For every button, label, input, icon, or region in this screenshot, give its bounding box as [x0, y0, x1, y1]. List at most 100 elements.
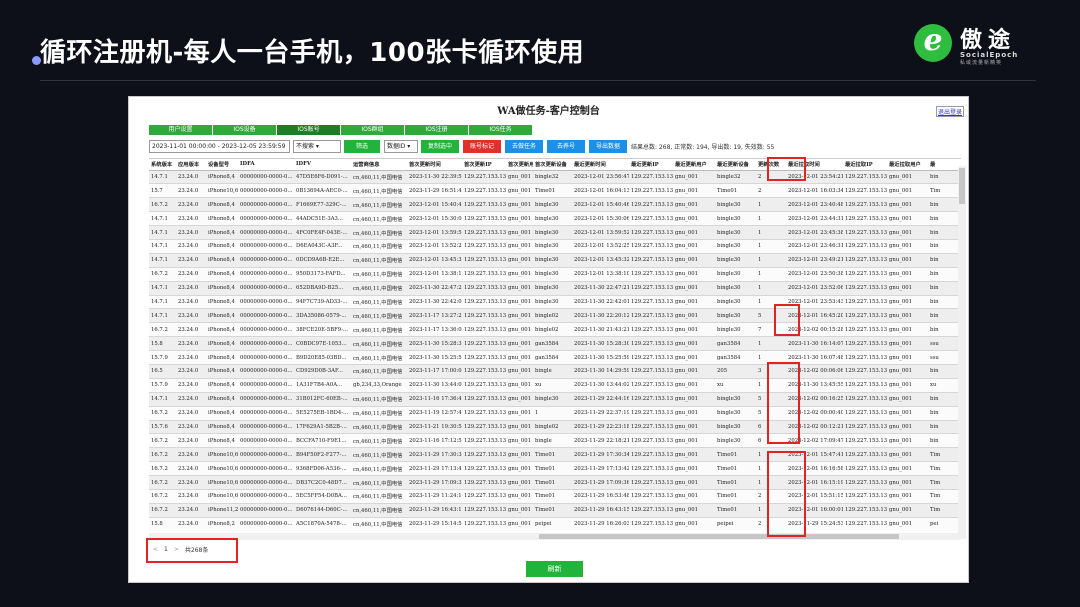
column-header[interactable]: 应用版本: [176, 159, 206, 171]
table-cell: cn,460,11,中国电信: [351, 503, 407, 518]
account-mark-button[interactable]: 账号标记: [463, 140, 501, 153]
tab-ios-accounts[interactable]: IOS账号: [277, 125, 341, 135]
table-cell: pei: [928, 517, 961, 531]
table-cell: 2023-11-29 11:24:10: [407, 489, 462, 504]
table-cell: bin: [928, 225, 961, 240]
table-row[interactable]: 15.8 23.24.0 iPhone8,4 00000000-0000-0... C0…: [149, 336, 961, 352]
table-cell: 00000000-0000-0...: [238, 211, 294, 227]
tab-user-settings[interactable]: 用户设置: [149, 125, 213, 135]
refresh-button[interactable]: 刷新: [526, 561, 583, 577]
table-cell: 129.227.153.139: [462, 308, 506, 324]
table-row[interactable]: 15.7.9 23.24.0 iPhone8,4 00000000-0000-0...…: [149, 378, 961, 393]
table-row[interactable]: 16.7.2 23.24.0 iPhone10,6 00000000-0000-0..…: [149, 475, 961, 490]
table-cell: 23.24.0: [176, 350, 206, 365]
table-cell: 23.24.0: [176, 517, 206, 531]
table-cell: gnu_001: [506, 253, 533, 268]
table-cell: gnu_001: [673, 517, 715, 531]
table-row[interactable]: 15.8 23.24.0 iPhone8,2 00000000-0000-0... A5…: [149, 517, 961, 531]
table-cell: 129.227.153.139: [629, 308, 673, 324]
column-header[interactable]: 最近拉取用户: [887, 159, 928, 171]
tab-ios-register[interactable]: IOS注册: [405, 125, 469, 135]
table-cell: 2023-11-30 13:44:02: [572, 378, 629, 393]
column-header[interactable]: 最近更新用户: [673, 159, 715, 171]
vertical-scrollbar[interactable]: [958, 166, 966, 539]
table-row[interactable]: 14.7.1 23.24.0 iPhone8,4 00000000-0000-0...…: [149, 392, 961, 407]
table-row[interactable]: 14.7.1 23.24.0 iPhone8,4 00000000-0000-0...…: [149, 211, 961, 227]
column-header[interactable]: 首次更新用户: [506, 159, 533, 171]
table-row[interactable]: 15.7 23.24.0 iPhone10,6 00000000-0000-0... 0…: [149, 183, 961, 199]
table-row[interactable]: 16.7.2 23.24.0 iPhone8,4 00000000-0000-0...…: [149, 267, 961, 282]
table-row[interactable]: 16.7.2 23.24.0 iPhone10,6 00000000-0000-0..…: [149, 461, 961, 477]
table-cell: 1: [756, 211, 786, 227]
table-row[interactable]: 16.7.2 23.24.0 iPhone11,2 00000000-0000-0..…: [149, 503, 961, 518]
table-row[interactable]: 14.7.1 23.24.0 iPhone8,4 00000000-0000-0...…: [149, 308, 961, 324]
tab-ios-groups[interactable]: IOS群组: [341, 125, 405, 135]
do-task-button[interactable]: 去做任务: [505, 140, 543, 153]
table-cell: 16.7.2: [149, 447, 176, 463]
column-header[interactable]: 设备型号: [206, 159, 238, 171]
table-cell: gnu_001: [506, 433, 533, 449]
table-row[interactable]: 16.7.2 23.24.0 iPhone8,4 00000000-0000-0...…: [149, 322, 961, 338]
column-header[interactable]: 首次更新IP: [462, 159, 506, 171]
column-header[interactable]: IDFV: [294, 159, 351, 171]
table-row[interactable]: 14.7.1 23.24.0 iPhone8,4 00000000-0000-0...…: [149, 170, 961, 185]
nurture-account-button[interactable]: 去养号: [547, 140, 585, 153]
table-cell: 0DCD9A6B-E2E...: [294, 253, 351, 268]
column-header[interactable]: 最近更新设备: [715, 159, 756, 171]
column-header[interactable]: 系统版本: [149, 159, 176, 171]
table-cell: 23.24.0: [176, 267, 206, 282]
column-header[interactable]: 首次更新时间: [407, 159, 462, 171]
table-row[interactable]: 16.7.2 23.24.0 iPhone10,6 00000000-0000-0..…: [149, 447, 961, 463]
vertical-scroll-thumb[interactable]: [959, 168, 965, 204]
date-range-input[interactable]: 2023-11-01 00:00:00 - 2023-12-05 23:59:5…: [149, 140, 290, 153]
table-cell: bingle30: [715, 239, 756, 254]
table-cell: iPhone8,4: [206, 170, 238, 185]
table-row[interactable]: 16.7.2 23.24.0 iPhone8,4 00000000-0000-0...…: [149, 197, 961, 213]
search-mode-select[interactable]: 不搜索 ▾: [293, 140, 341, 153]
tab-ios-devices[interactable]: IOS设备: [213, 125, 277, 135]
table-row[interactable]: 14.7.1 23.24.0 iPhone8,4 00000000-0000-0...…: [149, 253, 961, 268]
table-cell: cn,460,11,中国电信: [351, 517, 407, 531]
table-row[interactable]: 14.7.1 23.24.0 iPhone8,4 00000000-0000-0...…: [149, 295, 961, 310]
table-cell: 129.227.153.139: [843, 253, 887, 268]
table-row[interactable]: 16.7.2 23.24.0 iPhone10,6 00000000-0000-0..…: [149, 489, 961, 504]
table-cell: 2023-11-30 15:25:59: [572, 350, 629, 365]
table-cell: bingle30: [533, 267, 572, 282]
table-cell: bingle30: [533, 253, 572, 268]
column-header[interactable]: 最: [928, 159, 961, 171]
column-header[interactable]: IDFA: [238, 159, 294, 171]
table-row[interactable]: 15.7.6 23.24.0 iPhone8,4 00000000-0000-0...…: [149, 420, 961, 435]
table-cell: iPhone8,4: [206, 211, 238, 227]
table-cell: iPhone8,4: [206, 364, 238, 379]
filter-button[interactable]: 筛选: [344, 140, 380, 153]
column-header[interactable]: 最近拉取IP: [843, 159, 887, 171]
table-row[interactable]: 14.7.1 23.24.0 iPhone8,4 00000000-0000-0...…: [149, 225, 961, 240]
table-row[interactable]: 14.7.1 23.24.0 iPhone8,4 00000000-0000-0...…: [149, 281, 961, 296]
column-header[interactable]: 最近更新IP: [629, 159, 673, 171]
table-cell: gnu_001: [506, 239, 533, 254]
table-cell: 2023-11-29 22:44:16: [572, 392, 629, 407]
table-cell: bingle32: [715, 170, 756, 185]
tab-ios-tasks[interactable]: IOS任务: [469, 125, 533, 135]
table-row[interactable]: 15.7.9 23.24.0 iPhone8,4 00000000-0000-0...…: [149, 350, 961, 365]
table-cell: 23.24.0: [176, 364, 206, 379]
column-header[interactable]: 首次更新设备: [533, 159, 572, 171]
column-header[interactable]: 运营商信息: [351, 159, 407, 171]
column-header[interactable]: 最近更新时间: [572, 159, 629, 171]
table-cell: 2023-11-30 21:43:21: [572, 322, 629, 338]
data-id-select[interactable]: 数据ID ▾: [384, 140, 418, 153]
horizontal-scrollbar[interactable]: [149, 533, 961, 540]
logout-link[interactable]: 退出登录: [935, 106, 964, 117]
copy-selected-button[interactable]: 复制选中: [421, 140, 459, 153]
horizontal-scroll-thumb[interactable]: [539, 534, 899, 539]
table-row[interactable]: 16.7.2 23.24.0 iPhone8,4 00000000-0000-0...…: [149, 433, 961, 449]
table-cell: 129.227.153.139: [843, 489, 887, 504]
table-row[interactable]: 16.7.2 23.24.0 iPhone8,4 00000000-0000-0...…: [149, 406, 961, 421]
table-cell: 2023-11-29 16:26:03: [572, 517, 629, 531]
table-cell: BCCFA710-F9E1...: [294, 433, 351, 449]
table-cell: Time01: [533, 183, 572, 199]
table-cell: 5EC5FF54-D0BA...: [294, 489, 351, 504]
export-data-button[interactable]: 导出数据: [589, 140, 627, 153]
table-row[interactable]: 14.7.1 23.24.0 iPhone8,4 00000000-0000-0...…: [149, 239, 961, 254]
table-row[interactable]: 16.5 23.24.0 iPhone8,4 00000000-0000-0... CD…: [149, 364, 961, 379]
